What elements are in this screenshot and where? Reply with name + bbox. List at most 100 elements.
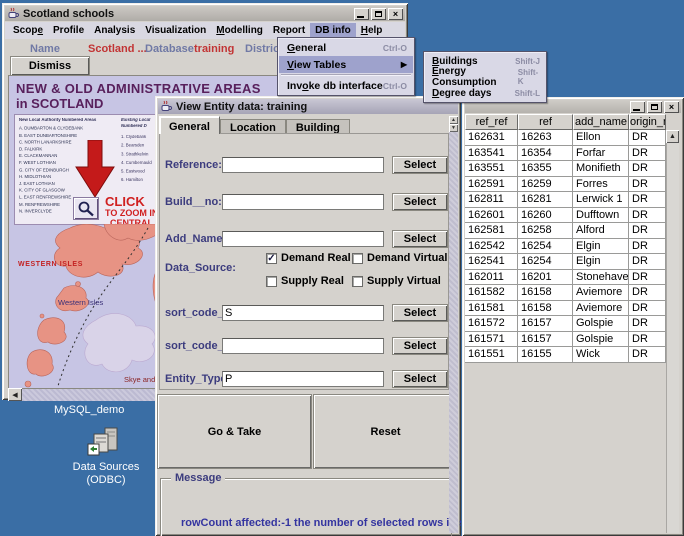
menu-item-general[interactable]: GeneralCtrl-O [279, 39, 413, 56]
legend-entry: D. FALKIRK [19, 147, 83, 154]
reset-button[interactable]: Reset [313, 394, 458, 469]
db-info-menu: GeneralCtrl-OView Tables▶ Invoke db inter… [277, 37, 415, 96]
column-header-ref[interactable]: ref [518, 114, 573, 130]
desktop-icon-data-sources-label[interactable]: Data Sources (ODBC) [58, 461, 154, 487]
sort-code-1-field[interactable] [222, 305, 384, 321]
scroll-up-arrow-icon[interactable]: ▲ [449, 116, 458, 124]
table-row[interactable]: 16158116158AviemoreDR [465, 301, 666, 317]
menubar-item-db-info[interactable]: DB info [310, 23, 356, 38]
table-cell: Elgin [573, 239, 629, 255]
table-row[interactable]: 16260116260DufftownDR [465, 208, 666, 224]
table-vertical-scrollbar[interactable]: ▲ [666, 130, 679, 533]
submenu-shortcut: Shift-J [515, 57, 540, 66]
table-cell: 16260 [518, 208, 573, 224]
reference-select-button[interactable]: Select [392, 156, 448, 174]
sort-code-1-select-button[interactable]: Select [392, 304, 448, 322]
database-label: Database [145, 43, 194, 55]
menu-separator [281, 74, 411, 76]
table-cell: DR [629, 177, 666, 193]
menu-item-view-tables[interactable]: View Tables▶ [279, 56, 413, 73]
dialog-title-bar[interactable]: View Entity data: training [158, 99, 458, 114]
demand-real-checkbox[interactable] [266, 253, 277, 264]
table-row[interactable]: 16258116258AlfordDR [465, 223, 666, 239]
table-row[interactable]: 16254216254ElginDR [465, 239, 666, 255]
table-cell: 161581 [465, 301, 518, 317]
table-cell: 162011 [465, 270, 518, 286]
close-button[interactable]: × [388, 8, 403, 20]
column-header-origin[interactable]: origin_r [629, 114, 666, 130]
table-cell: Ellon [573, 130, 629, 146]
zoom-magnifier-button[interactable] [73, 197, 99, 220]
scroll-down-arrow-icon[interactable]: ▼ [449, 124, 458, 132]
table-row[interactable]: 16157116157GolspieDR [465, 332, 666, 348]
table-cell: 162631 [465, 130, 518, 146]
menu-item-invoke-db-interface[interactable]: Invoke db interfaceCtrl-O [279, 77, 413, 94]
entity-type-field[interactable] [222, 371, 384, 387]
table-window: × ref_ref ref add_name origin_r 16263116… [462, 97, 684, 536]
tab-general[interactable]: General [159, 116, 220, 134]
menubar-item-help[interactable]: Help [356, 23, 388, 38]
build-no-field[interactable] [222, 194, 384, 210]
skye-label: Skye and [124, 375, 155, 384]
menubar-item-visualization[interactable]: Visualization [140, 23, 211, 38]
submenu-item-degree-days[interactable]: Degree daysShift-L [425, 85, 545, 101]
table-row[interactable]: 16155116155WickDR [465, 347, 666, 363]
add-name-field[interactable] [222, 231, 384, 247]
submenu-item-energy-consumption[interactable]: Energy ConsumptionShift-K [425, 69, 545, 85]
add-name-select-button[interactable]: Select [392, 230, 448, 248]
table-row[interactable]: 16158216158AviemoreDR [465, 285, 666, 301]
dialog-vertical-scrollbar[interactable]: ▲ ▼ [449, 116, 458, 533]
table-row[interactable]: 16254116254ElginDR [465, 254, 666, 270]
sort-code-2-field[interactable] [222, 338, 384, 354]
click-text-line1: CLICK [105, 194, 145, 209]
menubar-item-scope[interactable]: Scope [8, 23, 48, 38]
table-close-button[interactable]: × [664, 101, 679, 113]
table-cell: 162591 [465, 177, 518, 193]
maximize-button[interactable] [371, 8, 386, 20]
menubar-item-report[interactable]: Report [268, 23, 310, 38]
table-row[interactable]: 16157216157GolspieDR [465, 316, 666, 332]
table-row[interactable]: 16354116354ForfarDR [465, 146, 666, 162]
menubar-item-analysis[interactable]: Analysis [89, 23, 140, 38]
table-cell: DR [629, 146, 666, 162]
demand-virtual-checkbox[interactable] [352, 253, 363, 264]
entity-type-select-button[interactable]: Select [392, 370, 448, 388]
table-cell: Alford [573, 223, 629, 239]
supply-real-checkbox[interactable] [266, 276, 277, 287]
legend-entry: A. DUMBARTON & CLYDEBANK [19, 126, 83, 133]
desktop-icon-mysql-demo[interactable]: MySQL_demo [54, 404, 124, 416]
dismiss-button[interactable]: Dismiss [10, 56, 90, 76]
column-header-ref-ref[interactable]: ref_ref [465, 114, 518, 130]
table-row[interactable]: 16201116201StonehavenDR [465, 270, 666, 286]
table-scroll-up-arrow-icon[interactable]: ▲ [666, 130, 679, 143]
odbc-icon[interactable] [86, 426, 122, 458]
tab-building[interactable]: Building [286, 119, 350, 134]
go-and-take-button[interactable]: Go & Take [157, 394, 312, 469]
menubar-item-profile[interactable]: Profile [48, 23, 89, 38]
table-cell: 16254 [518, 254, 573, 270]
database-value: training [194, 43, 234, 55]
table-cell: 161582 [465, 285, 518, 301]
table-row[interactable]: 16281116281Lerwick 1DR [465, 192, 666, 208]
table-cell: Forres [573, 177, 629, 193]
table-cell: 162541 [465, 254, 518, 270]
table-row[interactable]: 16355116355MonifiethDR [465, 161, 666, 177]
main-title-bar[interactable]: Scotland schools × [5, 6, 405, 21]
build-no-select-button[interactable]: Select [392, 193, 448, 211]
table-cell: 16355 [518, 161, 573, 177]
supply-virtual-checkbox[interactable] [352, 276, 363, 287]
sort-code-2-select-button[interactable]: Select [392, 337, 448, 355]
table-maximize-button[interactable] [647, 101, 662, 113]
column-header-add-name[interactable]: add_name [573, 114, 629, 130]
legend-entry: 2. Bearsden [121, 142, 152, 151]
table-cell: 161572 [465, 316, 518, 332]
minimize-button[interactable] [354, 8, 369, 20]
legend-entry: E. CLACKMANNAN [19, 154, 83, 161]
scroll-left-arrow-icon[interactable]: ◀ [8, 388, 22, 401]
tab-location[interactable]: Location [220, 119, 286, 134]
table-row[interactable]: 16259116259ForresDR [465, 177, 666, 193]
menubar-item-modelling[interactable]: Modelling [211, 23, 268, 38]
table-minimize-button[interactable] [630, 101, 645, 113]
reference-field[interactable] [222, 157, 384, 173]
table-row[interactable]: 16263116263EllonDR [465, 130, 666, 146]
